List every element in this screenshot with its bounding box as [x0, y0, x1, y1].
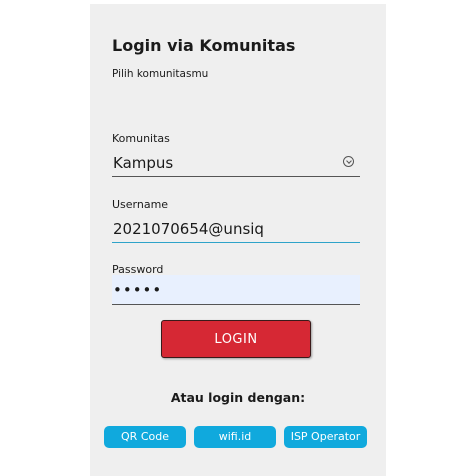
page-title: Login via Komunitas: [112, 36, 296, 55]
username-input[interactable]: [112, 217, 361, 241]
chevron-down-icon: [343, 156, 354, 167]
community-select-value: Kampus: [113, 154, 174, 172]
username-label: Username: [112, 198, 169, 211]
qr-code-button[interactable]: QR Code: [104, 426, 186, 448]
login-panel: Login via Komunitas Pilih komunitasmu Ko…: [90, 4, 386, 476]
isp-operator-button[interactable]: ISP Operator: [284, 426, 367, 448]
community-label: Komunitas: [112, 132, 170, 145]
alternative-login-heading: Atau login dengan:: [170, 390, 306, 405]
username-field-wrapper: [112, 217, 361, 243]
login-button[interactable]: LOGIN: [161, 320, 311, 358]
community-select[interactable]: Kampus: [112, 151, 360, 177]
password-input[interactable]: [112, 275, 361, 305]
password-field-wrapper: [112, 275, 361, 305]
wifi-id-button[interactable]: wifi.id: [194, 426, 276, 448]
page-subtitle: Pilih komunitasmu: [112, 68, 209, 80]
